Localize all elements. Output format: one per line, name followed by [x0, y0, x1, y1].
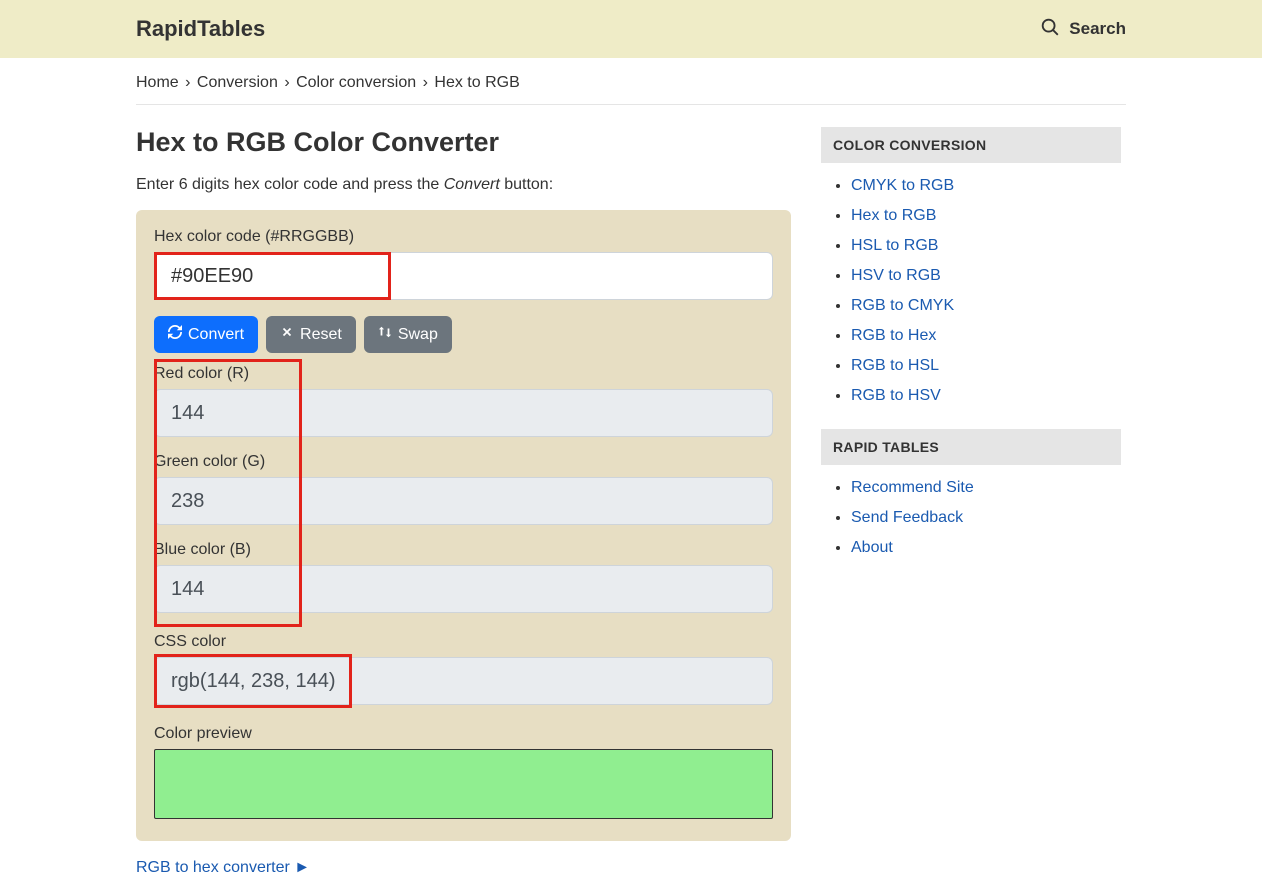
- red-output: [154, 389, 773, 437]
- blue-label: Blue color (B): [154, 541, 773, 559]
- sidebar-link[interactable]: RGB to CMYK: [851, 297, 954, 314]
- breadcrumb-color-conversion[interactable]: Color conversion: [296, 74, 416, 91]
- rgb-to-hex-link[interactable]: RGB to hex converter ►: [136, 859, 310, 876]
- intro-text: Enter 6 digits hex color code and press …: [136, 176, 791, 194]
- chevron-right-icon: ›: [423, 74, 428, 91]
- breadcrumb: Home › Conversion › Color conversion › H…: [136, 58, 1126, 105]
- chevron-right-icon: ›: [185, 74, 190, 91]
- green-output: [154, 477, 773, 525]
- sidebar-link[interactable]: RGB to HSL: [851, 357, 939, 374]
- css-output: [154, 657, 773, 705]
- breadcrumb-conversion[interactable]: Conversion: [197, 74, 278, 91]
- green-label: Green color (G): [154, 453, 773, 471]
- search-label: Search: [1069, 19, 1126, 39]
- close-icon: [280, 325, 294, 344]
- sidebar-list-color-conversion: CMYK to RGB Hex to RGB HSL to RGB HSV to…: [821, 163, 1121, 405]
- reset-button[interactable]: Reset: [266, 316, 356, 353]
- swap-button[interactable]: Swap: [364, 316, 452, 353]
- brand-logo[interactable]: RapidTables: [136, 16, 265, 42]
- css-label: CSS color: [154, 633, 773, 651]
- sidebar-link[interactable]: CMYK to RGB: [851, 177, 954, 194]
- breadcrumb-home[interactable]: Home: [136, 74, 179, 91]
- blue-output: [154, 565, 773, 613]
- red-label: Red color (R): [154, 365, 773, 383]
- sidebar-link[interactable]: Send Feedback: [851, 509, 963, 526]
- page-title: Hex to RGB Color Converter: [136, 127, 791, 158]
- hex-input[interactable]: [154, 252, 773, 300]
- sidebar-list-rapid-tables: Recommend Site Send Feedback About: [821, 465, 1121, 557]
- sidebar-link[interactable]: Hex to RGB: [851, 207, 936, 224]
- color-preview: [154, 749, 773, 819]
- sidebar-link[interactable]: Recommend Site: [851, 479, 974, 496]
- sidebar-link[interactable]: About: [851, 539, 893, 556]
- sidebar-link[interactable]: RGB to Hex: [851, 327, 936, 344]
- refresh-icon: [168, 325, 182, 344]
- preview-label: Color preview: [154, 725, 773, 743]
- sidebar-heading-rapid-tables: RAPID TABLES: [821, 429, 1121, 465]
- breadcrumb-current: Hex to RGB: [434, 74, 519, 91]
- search-trigger[interactable]: Search: [1039, 16, 1126, 43]
- sidebar-link[interactable]: RGB to HSV: [851, 387, 941, 404]
- sidebar-link[interactable]: HSV to RGB: [851, 267, 941, 284]
- hex-label: Hex color code (#RRGGBB): [154, 228, 773, 246]
- convert-button[interactable]: Convert: [154, 316, 258, 353]
- chevron-right-icon: ›: [284, 74, 289, 91]
- sidebar-heading-color-conversion: COLOR CONVERSION: [821, 127, 1121, 163]
- converter-panel: Hex color code (#RRGGBB) Convert Reset: [136, 210, 791, 841]
- sidebar-link[interactable]: HSL to RGB: [851, 237, 938, 254]
- search-icon: [1039, 16, 1061, 43]
- swap-icon: [378, 325, 392, 344]
